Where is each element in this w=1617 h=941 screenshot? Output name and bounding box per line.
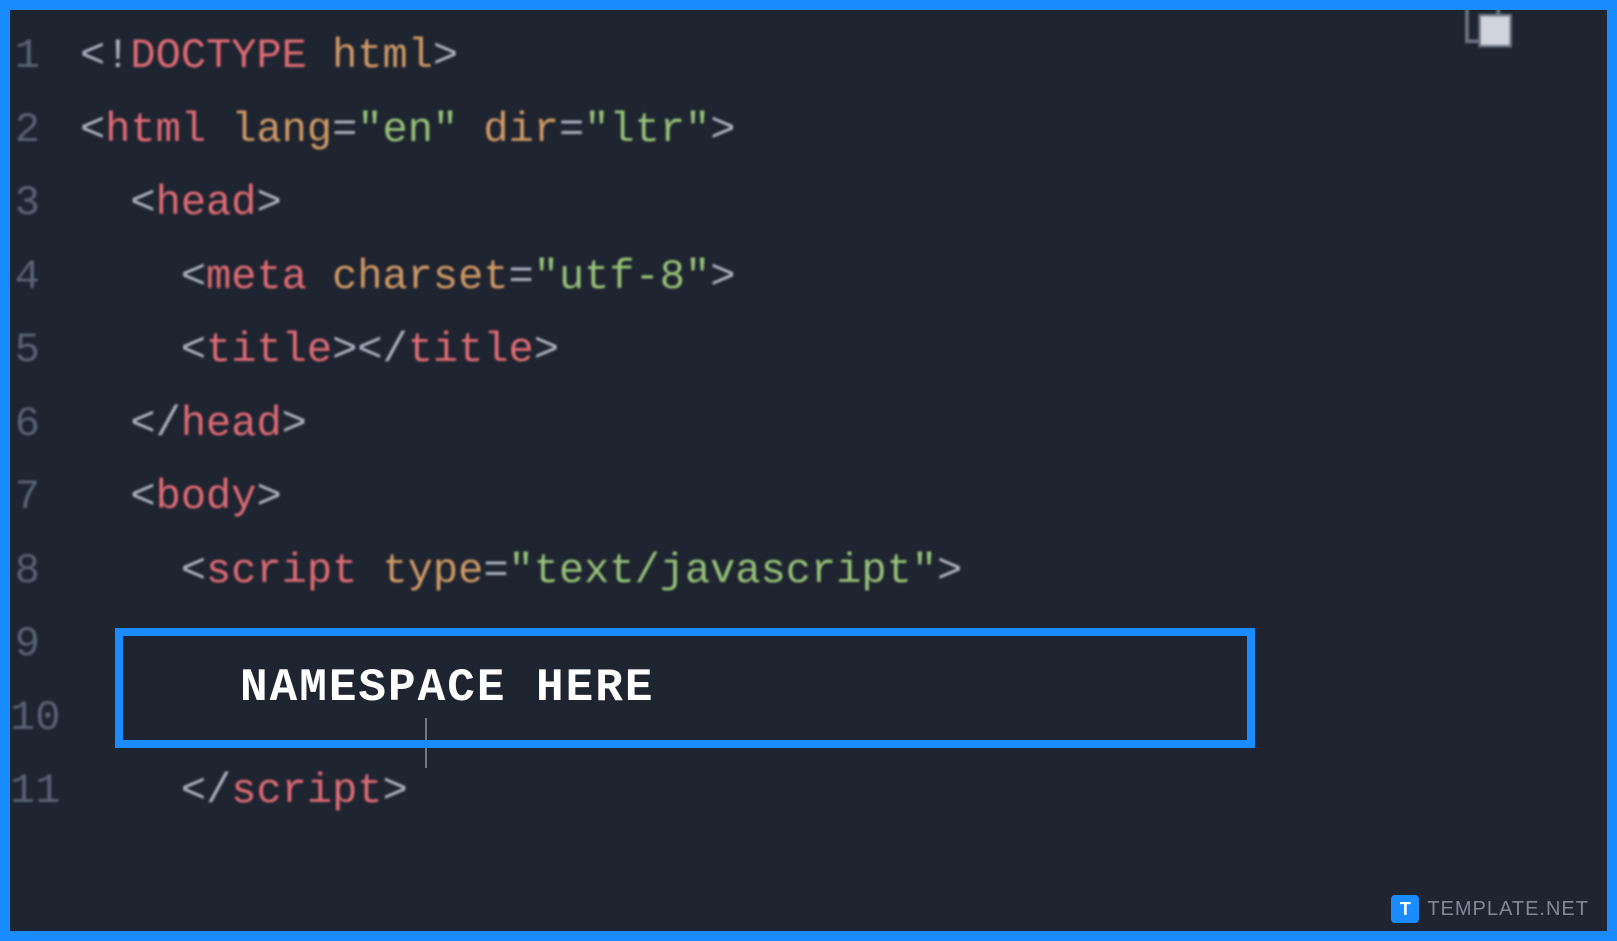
- code-line[interactable]: 3 <head>: [10, 167, 1607, 241]
- code-content[interactable]: <head>: [80, 167, 282, 241]
- code-line[interactable]: 6 </head>: [10, 388, 1607, 462]
- code-line[interactable]: 11 </script>: [10, 755, 1607, 829]
- code-line[interactable]: 2<html lang="en" dir="ltr">: [10, 94, 1607, 168]
- code-line[interactable]: 5 <title></title>: [10, 314, 1607, 388]
- code-content[interactable]: <title></title>: [80, 314, 559, 388]
- line-number: 11: [10, 755, 80, 829]
- code-line[interactable]: 4 <meta charset="utf-8">: [10, 241, 1607, 315]
- code-editor[interactable]: 1<!DOCTYPE html>2<html lang="en" dir="lt…: [0, 0, 1617, 849]
- watermark-icon: T: [1391, 895, 1419, 923]
- code-content[interactable]: <html lang="en" dir="ltr">: [80, 94, 735, 168]
- text-cursor: [425, 718, 427, 768]
- line-number: 9: [10, 608, 80, 682]
- line-number: 3: [10, 167, 80, 241]
- line-number: 6: [10, 388, 80, 462]
- line-number: 8: [10, 535, 80, 609]
- code-content[interactable]: <meta charset="utf-8">: [80, 241, 735, 315]
- code-line[interactable]: 8 <script type="text/javascript">: [10, 535, 1607, 609]
- line-number: 5: [10, 314, 80, 388]
- watermark: T TEMPLATE.NET: [1391, 895, 1589, 923]
- code-content[interactable]: <body>: [80, 461, 282, 535]
- line-number: 1: [10, 20, 80, 94]
- code-line[interactable]: 1<!DOCTYPE html>: [10, 20, 1607, 94]
- line-number: 7: [10, 461, 80, 535]
- line-number: 4: [10, 241, 80, 315]
- code-line[interactable]: 7 <body>: [10, 461, 1607, 535]
- line-number: 2: [10, 94, 80, 168]
- code-content[interactable]: </script>: [80, 755, 408, 829]
- watermark-text: TEMPLATE.NET: [1427, 898, 1589, 921]
- line-number: 10: [10, 682, 80, 756]
- code-content[interactable]: </head>: [80, 388, 307, 462]
- copy-icon[interactable]: [1452, 0, 1532, 50]
- code-content[interactable]: <!DOCTYPE html>: [80, 20, 458, 94]
- code-content[interactable]: <script type="text/javascript">: [80, 535, 962, 609]
- annotation-label: NAMESPACE HERE: [240, 662, 654, 714]
